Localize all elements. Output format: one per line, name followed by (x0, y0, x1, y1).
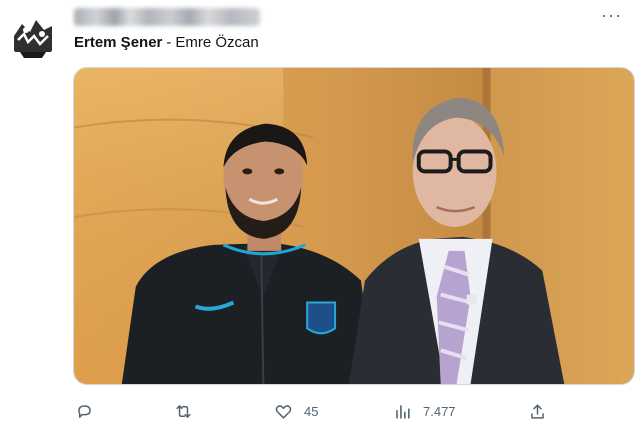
reply-icon (78, 404, 91, 418)
author-name-obscured[interactable] (74, 8, 260, 26)
tweet-text: Ertem Şener - Emre Özcan (74, 33, 259, 53)
views-icon (396, 404, 410, 419)
like-icon (275, 404, 292, 419)
tweet-text-separator: - (166, 34, 172, 51)
photo-two-men (74, 68, 634, 384)
more-horizontal-icon[interactable]: ··· (601, 6, 622, 24)
action-bar: 45 7.477 (73, 398, 553, 424)
retweet-button[interactable] (174, 398, 204, 424)
reply-button[interactable] (75, 398, 105, 424)
views-button[interactable]: 7.477 (393, 398, 456, 424)
avatar-image (8, 6, 58, 60)
like-count: 45 (304, 403, 319, 419)
retweet-icon (176, 404, 191, 418)
like-button[interactable]: 45 (274, 398, 318, 424)
views-count: 7.477 (423, 403, 456, 419)
tweet-media-photo[interactable] (73, 67, 635, 385)
avatar[interactable] (8, 6, 58, 60)
share-icon (531, 403, 544, 419)
tweet-text-player: Ertem Şener (74, 34, 163, 51)
tweet: ··· Ertem Şener - Emre Özcan 45 7.477 (0, 0, 640, 430)
share-button[interactable] (528, 398, 558, 424)
tweet-text-author: Emre Özcan (175, 34, 259, 51)
